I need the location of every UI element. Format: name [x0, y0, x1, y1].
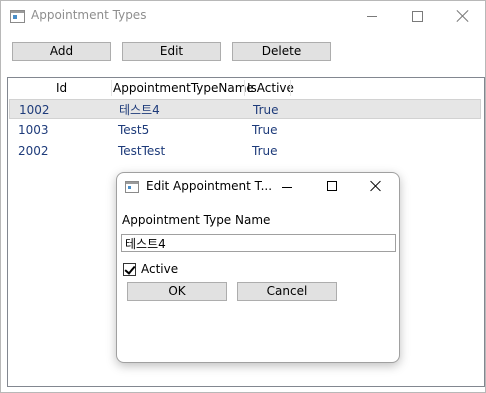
edit-button[interactable]: Edit: [122, 42, 221, 61]
cell-name: 테스트4: [119, 103, 160, 117]
ok-button[interactable]: OK: [127, 282, 227, 301]
window-title: Appointment Types: [31, 8, 147, 22]
appointment-type-name-input[interactable]: [121, 234, 396, 252]
add-button[interactable]: Add: [12, 42, 111, 61]
table-row[interactable]: 1002 테스트4 True: [9, 99, 481, 119]
cell-name: Test5: [118, 123, 150, 137]
dialog-window-icon: [125, 181, 139, 193]
appointment-type-name-label: Appointment Type Name: [122, 213, 271, 227]
dialog-maximize-icon[interactable]: [327, 181, 337, 191]
app-window-icon: [10, 10, 25, 23]
column-separator[interactable]: [244, 80, 245, 96]
column-header-isactive[interactable]: IsActive: [247, 78, 294, 98]
title-bar[interactable]: Appointment Types: [1, 1, 485, 31]
cell-id: 2002: [18, 144, 49, 158]
dialog-title: Edit Appointment T...: [146, 179, 273, 193]
maximize-icon: [412, 11, 423, 22]
dialog-close-icon[interactable]: [369, 179, 383, 193]
active-checkbox-label[interactable]: Active: [141, 262, 178, 276]
cancel-button[interactable]: Cancel: [237, 282, 337, 301]
maximize-button[interactable]: [394, 1, 440, 31]
close-icon: [455, 8, 471, 24]
dialog-minimize-icon[interactable]: [282, 187, 292, 188]
column-header-id[interactable]: Id: [56, 78, 67, 98]
grid-header: Id AppointmentTypeName IsActive: [8, 78, 484, 98]
cell-id: 1002: [19, 103, 50, 117]
table-row[interactable]: 1003 Test5 True: [9, 120, 481, 140]
column-header-name[interactable]: AppointmentTypeName: [113, 78, 254, 98]
active-checkbox[interactable]: [123, 263, 136, 276]
delete-button[interactable]: Delete: [232, 42, 331, 61]
cell-name: TestTest: [118, 144, 166, 158]
edit-appointment-dialog: Edit Appointment T... Appointment Type N…: [116, 172, 400, 363]
table-row[interactable]: 2002 TestTest True: [9, 141, 481, 161]
minimize-button[interactable]: [348, 1, 394, 31]
close-button[interactable]: [440, 1, 486, 31]
cell-isactive: True: [252, 123, 278, 137]
column-separator[interactable]: [290, 80, 291, 96]
cell-id: 1003: [18, 123, 49, 137]
cell-isactive: True: [253, 103, 279, 117]
cell-isactive: True: [252, 144, 278, 158]
column-separator[interactable]: [111, 80, 112, 96]
minimize-icon: [367, 16, 377, 17]
